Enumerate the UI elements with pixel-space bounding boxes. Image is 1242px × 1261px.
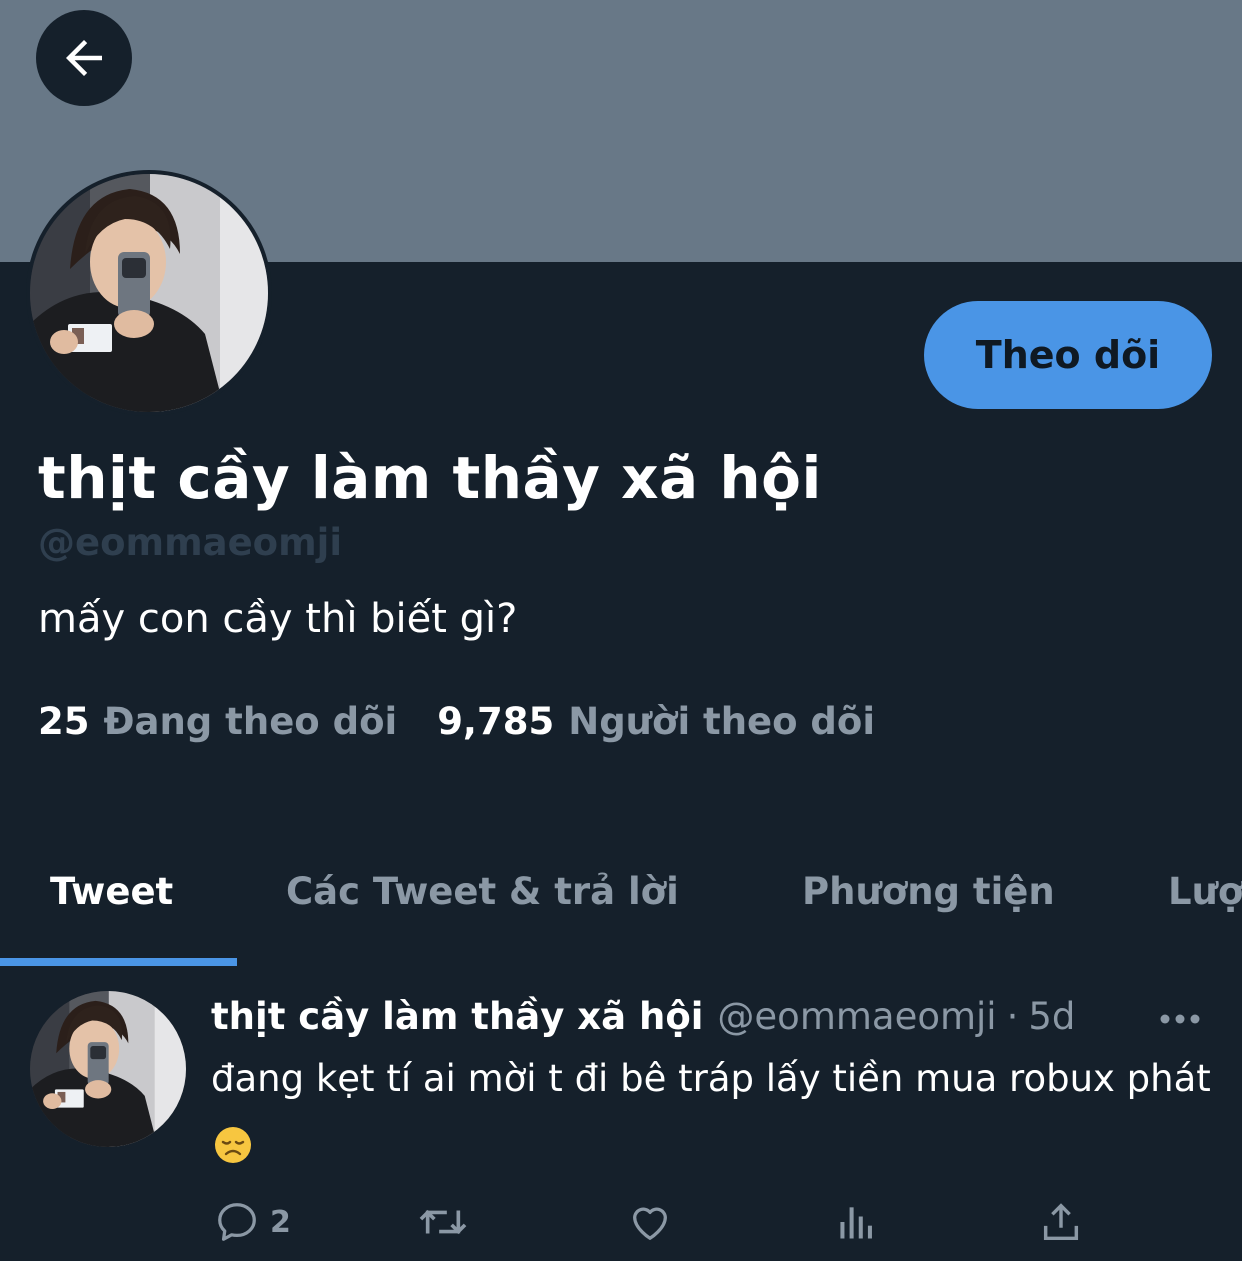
tweet-text: đang kẹt tí ai mời t đi bê tráp lấy tiền… bbox=[211, 1047, 1211, 1175]
tab-media[interactable]: Phương tiện bbox=[802, 870, 1055, 913]
tweet-header: thịt cầy làm thầy xã hội @eommaeomji · 5… bbox=[211, 995, 1075, 1038]
followers-link[interactable]: 9,785 Người theo dõi bbox=[437, 700, 875, 743]
reply-icon bbox=[218, 1203, 256, 1241]
tweet-avatar[interactable] bbox=[30, 991, 186, 1147]
like-button[interactable] bbox=[626, 1199, 674, 1245]
analytics-icon bbox=[840, 1207, 872, 1239]
avatar-photo bbox=[30, 991, 186, 1147]
tweet-timestamp[interactable]: 5d bbox=[1028, 995, 1075, 1038]
followers-label: Người theo dõi bbox=[568, 700, 876, 743]
tweet-body: đang kẹt tí ai mời t đi bê tráp lấy tiền… bbox=[211, 1057, 1211, 1100]
tweet-separator: · bbox=[1006, 995, 1019, 1038]
following-link[interactable]: 25 Đang theo dõi bbox=[38, 700, 397, 743]
profile-display-name: thịt cầy làm thầy xã hội bbox=[38, 444, 822, 512]
tab-tweets-and-replies[interactable]: Các Tweet & trả lời bbox=[286, 870, 679, 913]
avatar-photo bbox=[30, 174, 268, 412]
retweet-button[interactable] bbox=[416, 1199, 470, 1245]
follow-button[interactable]: Theo dõi bbox=[924, 301, 1212, 409]
retweet-icon bbox=[419, 1209, 467, 1235]
tab-likes[interactable]: Lượt thích bbox=[1168, 870, 1242, 913]
like-icon bbox=[633, 1207, 667, 1240]
following-label: Đang theo dõi bbox=[103, 700, 398, 743]
tweet-author-name[interactable]: thịt cầy làm thầy xã hội bbox=[211, 995, 703, 1038]
back-button[interactable] bbox=[36, 10, 132, 106]
profile-tabs: Tweet Các Tweet & trả lời Phương tiện Lư… bbox=[0, 842, 1242, 967]
profile-avatar[interactable] bbox=[26, 170, 272, 416]
reply-count: 2 bbox=[270, 1204, 291, 1240]
following-count: 25 bbox=[38, 700, 90, 743]
followers-count: 9,785 bbox=[437, 700, 555, 743]
reply-button[interactable]: 2 bbox=[214, 1199, 291, 1245]
share-icon bbox=[1043, 1203, 1079, 1241]
profile-bio: mấy con cầy thì biết gì? bbox=[38, 596, 518, 642]
arrow-left-icon bbox=[66, 40, 102, 76]
more-options-icon[interactable] bbox=[1158, 1007, 1202, 1031]
disappointed-face-emoji bbox=[215, 1126, 251, 1163]
tweet-actions: 2 bbox=[0, 1199, 1242, 1259]
tab-tweets[interactable]: Tweet bbox=[50, 870, 173, 913]
analytics-button[interactable] bbox=[834, 1199, 878, 1245]
share-button[interactable] bbox=[1038, 1199, 1084, 1245]
tweet-author-handle[interactable]: @eommaeomji bbox=[717, 995, 996, 1038]
profile-stats: 25 Đang theo dõi 9,785 Người theo dõi bbox=[38, 700, 875, 743]
active-tab-indicator bbox=[0, 958, 237, 966]
profile-handle: @eommaeomji bbox=[38, 521, 343, 564]
tweet[interactable]: thịt cầy làm thầy xã hội @eommaeomji · 5… bbox=[0, 967, 1242, 1261]
